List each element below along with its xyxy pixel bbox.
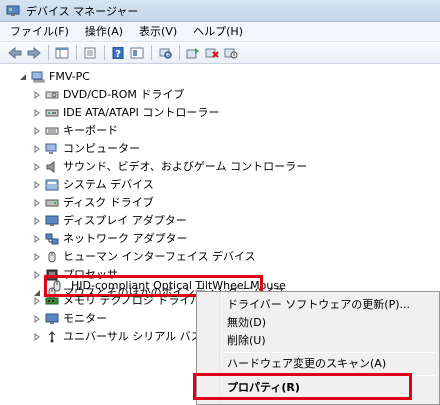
disable-device-icon[interactable] <box>222 44 239 61</box>
tree-root-label: FMV-PC <box>49 70 90 83</box>
tree-item[interactable]: ヒューマン インターフェイス デバイス <box>32 248 256 266</box>
menu-file[interactable]: ファイル(F) <box>2 22 77 42</box>
expand-triangle-icon[interactable] <box>32 181 41 190</box>
hid-icon <box>45 251 59 263</box>
menu-bar: ファイル(F) 操作(A) 表示(V) ヘルプ(H) <box>0 22 440 42</box>
expand-triangle-icon[interactable] <box>32 235 41 244</box>
expand-triangle-icon[interactable] <box>32 271 41 280</box>
tree-item[interactable]: メモリ テクノロジ ドライバー <box>32 292 212 310</box>
svg-text:?: ? <box>115 49 121 59</box>
menu-view[interactable]: 表示(V) <box>131 22 185 42</box>
uninstall-icon[interactable] <box>203 44 220 61</box>
expand-triangle-icon[interactable] <box>32 109 41 118</box>
usb-icon <box>45 331 59 343</box>
toolbar: ? <box>0 42 440 64</box>
ide-controller-icon <box>45 107 59 119</box>
memory-icon <box>45 295 59 307</box>
tree-item-label: メモリ テクノロジ ドライバー <box>63 294 213 307</box>
toolbar-separator <box>151 45 152 60</box>
properties-icon[interactable] <box>81 44 98 61</box>
console-tree-icon[interactable] <box>53 44 70 61</box>
tree-item[interactable]: システム デバイス <box>32 176 154 194</box>
update-driver-icon[interactable] <box>184 44 201 61</box>
tree-item-label: DVD/CD-ROM ドライブ <box>63 88 185 101</box>
properties-highlight <box>193 373 412 400</box>
disk-drive-icon <box>45 197 59 209</box>
tree-item-label: コンピューター <box>63 142 140 155</box>
toolbar-separator <box>104 45 105 60</box>
tree-item-label: ディスク ドライブ <box>63 196 154 209</box>
speaker-icon <box>45 161 59 173</box>
display-adapter-icon <box>45 215 59 227</box>
collapse-triangle-icon[interactable] <box>18 73 27 82</box>
computer-root-icon <box>31 71 45 83</box>
toolbar-separator <box>179 45 180 60</box>
menu-scan-hardware[interactable]: ハードウェア変更のスキャン(A) <box>227 354 386 374</box>
window-title: デバイス マネージャー <box>26 4 139 18</box>
back-arrow-icon[interactable] <box>6 44 23 61</box>
tree-item-label: ネットワーク アダプター <box>63 232 188 245</box>
tree-item[interactable]: サウンド、ビデオ、およびゲーム コントローラー <box>32 158 307 176</box>
tree-item-label: IDE ATA/ATAPI コントローラー <box>63 106 220 119</box>
expand-triangle-icon[interactable] <box>32 199 41 208</box>
tree-item-label: キーボード <box>63 124 118 137</box>
expand-triangle-icon[interactable] <box>32 163 41 172</box>
tree-item[interactable]: ネットワーク アダプター <box>32 230 188 248</box>
expand-triangle-icon[interactable] <box>32 315 41 324</box>
forward-arrow-icon[interactable] <box>25 44 42 61</box>
menu-action[interactable]: 操作(A) <box>77 22 131 42</box>
menu-update-driver[interactable]: ドライバー ソフトウェアの更新(P)... <box>227 295 410 315</box>
toolbar-separator <box>48 45 49 60</box>
menu-uninstall[interactable]: 削除(U) <box>227 331 266 351</box>
system-device-icon <box>45 179 59 191</box>
tree-item[interactable]: ディスプレイ アダプター <box>32 212 187 230</box>
keyboard-icon <box>45 125 59 137</box>
tree-item-label: ディスプレイ アダプター <box>63 214 187 227</box>
context-menu-separator <box>223 352 435 353</box>
tree-item[interactable]: キーボード <box>32 122 118 140</box>
expand-triangle-icon[interactable] <box>32 333 41 342</box>
tree-item[interactable]: DVD/CD-ROM ドライブ <box>32 86 184 104</box>
expand-triangle-icon[interactable] <box>32 217 41 226</box>
scan-hardware-icon[interactable] <box>156 44 173 61</box>
tree-item-label: システム デバイス <box>63 178 154 191</box>
menu-help[interactable]: ヘルプ(H) <box>185 22 251 42</box>
expand-triangle-icon[interactable] <box>32 297 41 306</box>
expand-triangle-icon[interactable] <box>32 127 41 136</box>
tree-item[interactable]: コンピューター <box>32 140 140 158</box>
toolbar-separator <box>76 45 77 60</box>
device-manager-icon <box>6 5 20 17</box>
expand-triangle-icon[interactable] <box>32 91 41 100</box>
tree-item-label: モニター <box>63 312 107 325</box>
dvd-drive-icon <box>45 89 59 101</box>
tree-item[interactable]: モニター <box>32 310 107 328</box>
menu-disable[interactable]: 無効(D) <box>227 313 266 333</box>
title-bar: デバイス マネージャー <box>0 0 440 22</box>
tree-item-label: ヒューマン インターフェイス デバイス <box>63 250 256 263</box>
tree-item-label: サウンド、ビデオ、およびゲーム コントローラー <box>63 160 308 173</box>
show-hide-icon[interactable] <box>128 44 145 61</box>
computer-icon <box>45 143 59 155</box>
monitor-icon <box>45 313 59 325</box>
tree-root[interactable]: FMV-PC <box>18 68 90 86</box>
tree-item[interactable]: IDE ATA/ATAPI コントローラー <box>32 104 219 122</box>
expand-triangle-icon[interactable] <box>32 145 41 154</box>
expand-triangle-icon[interactable] <box>32 253 41 262</box>
tree-item[interactable]: ディスク ドライブ <box>32 194 154 212</box>
network-adapter-icon <box>45 233 59 245</box>
help-icon[interactable]: ? <box>109 44 126 61</box>
